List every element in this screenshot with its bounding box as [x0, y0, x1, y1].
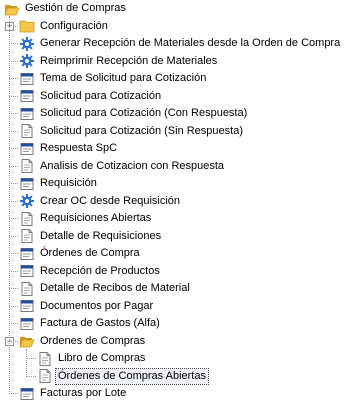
tree-item-generar-recepcion-de-materiales-desde-la-orden-de-compra[interactable]: Generar Recepción de Materiales desde la… [19, 35, 342, 52]
tree-line [9, 323, 18, 324]
tree-item-label: Solicitud para Cotización (Sin Respuesta… [40, 124, 243, 137]
tree-line [9, 113, 18, 114]
tree-item-label: Crear OC desde Requisición [40, 194, 181, 207]
window-icon [19, 71, 35, 87]
tree-item-label: Analisis de Cotizacion con Respuesta [40, 159, 225, 172]
window-icon [19, 316, 35, 332]
tree-line [9, 16, 10, 394]
tree-item-configuracion[interactable]: Configuración [19, 18, 110, 35]
document-icon [19, 123, 35, 139]
tree-line [9, 165, 18, 167]
window-icon [19, 106, 35, 122]
tree-item-respuesta-spc[interactable]: Respuesta SpC [19, 140, 119, 157]
folder-icon [19, 18, 35, 34]
tree-line [9, 288, 18, 289]
tree-line [9, 43, 18, 44]
tree-item-requisiciones-abiertas[interactable]: Requisiciones Abiertas [19, 210, 153, 227]
tree-item-label: Solicitud para Cotización (Con Respuesta… [40, 107, 248, 119]
document-icon [19, 211, 35, 227]
tree-item-crear-oc-desde-requisicion[interactable]: Crear OC desde Requisición [19, 193, 182, 210]
tree-item-label: Reimprimir Recepción de Materiales [40, 54, 218, 67]
tree-item-recepcion-de-productos[interactable]: Recepción de Productos [19, 263, 162, 280]
tree-line [26, 375, 36, 377]
window-icon [19, 176, 35, 192]
tree-line [9, 393, 18, 394]
document-icon [19, 281, 35, 297]
tree-item-label: Configuración [40, 19, 108, 32]
window-icon [19, 298, 35, 314]
tree-line [9, 305, 18, 307]
tree-line [9, 200, 18, 202]
document-icon [37, 351, 53, 367]
tree-item-label: Recepción de Productos [40, 264, 160, 277]
tree-item-gestion-de-compras[interactable]: Gestión de Compras [4, 0, 128, 17]
tree-item-label: Requisiciones Abiertas [40, 212, 152, 224]
tree-line [9, 253, 18, 254]
tree-item-analisis-de-cotizacion-con-respuesta[interactable]: Analisis de Cotizacion con Respuesta [19, 158, 226, 175]
tree-item-label: Tema de Solicitud para Cotización [40, 72, 207, 84]
tree-item-requisicion[interactable]: Requisición [19, 175, 99, 192]
tree-item-label: Facturas por Lote [40, 387, 127, 399]
tree-item-label: Factura de Gastos (Alfa) [40, 317, 160, 329]
tree-item-detalle-de-recibos-de-material[interactable]: Detalle de Recibos de Material [19, 280, 192, 297]
tree-item-tema-de-solicitud-para-cotizacion[interactable]: Tema de Solicitud para Cotización [19, 70, 208, 87]
tree-item-label: Generar Recepción de Materiales desde la… [40, 37, 341, 49]
tree-line [9, 270, 18, 272]
tree-item-solicitud-para-cotizacion-sin-respuesta[interactable]: Solicitud para Cotización (Sin Respuesta… [19, 123, 245, 140]
tree-item-label: Detalle de Recibos de Material [40, 282, 190, 294]
tree-item-ordenes-de-compras[interactable]: Ordenes de Compras [19, 333, 147, 350]
tree-line [9, 78, 18, 79]
tree-item-documentos-por-pagar[interactable]: Documentos por Pagar [19, 298, 155, 315]
tree-line [26, 348, 27, 377]
tree-line [9, 218, 18, 219]
tree-line [9, 60, 18, 62]
document-icon [19, 228, 35, 244]
tree-line [9, 95, 18, 97]
window-icon [19, 141, 35, 157]
tree-item-label: Libro de Compras [58, 352, 146, 364]
tree-line [9, 130, 18, 132]
tree-item-label: Ordenes de Compras [40, 334, 146, 347]
tree-item-label: Respuesta SpC [40, 142, 118, 154]
tree-line [9, 183, 18, 184]
tree-item-label: Gestión de Compras [25, 2, 126, 14]
tree-item-label: Órdenes de Compra [40, 247, 140, 259]
tree-item-solicitud-para-cotizacion-con-respuesta[interactable]: Solicitud para Cotización (Con Respuesta… [19, 105, 249, 122]
tree-item-factura-de-gastos-alfa[interactable]: Factura de Gastos (Alfa) [19, 315, 162, 332]
window-icon [19, 263, 35, 279]
document-icon [19, 158, 35, 174]
tree-item-label: Detalle de Requisiciones [40, 229, 162, 242]
gear-icon [19, 53, 35, 69]
tree-item-ordenes-de-compras-abiertas[interactable]: Órdenes de Compras Abiertas [37, 367, 209, 385]
gear-icon [19, 193, 35, 209]
tree-item-label: Requisición [40, 177, 97, 189]
window-icon [19, 386, 35, 402]
tree-item-solicitud-para-cotizacion[interactable]: Solicitud para Cotización [19, 88, 163, 105]
document-icon [37, 368, 53, 384]
window-icon [19, 88, 35, 104]
tree-item-libro-de-compras[interactable]: Libro de Compras [37, 350, 147, 367]
tree-item-label: Documentos por Pagar [40, 299, 154, 312]
tree-item-detalle-de-requisiciones[interactable]: Detalle de Requisiciones [19, 228, 163, 245]
gear-icon [19, 36, 35, 52]
tree-line [9, 235, 18, 237]
tree-item-ordenes-de-compra[interactable]: Órdenes de Compra [19, 245, 142, 262]
window-icon [19, 246, 35, 262]
tree-item-reimprimir-recepcion-de-materiales[interactable]: Reimprimir Recepción de Materiales [19, 53, 219, 70]
tree-item-label: Solicitud para Cotización [40, 89, 162, 102]
folder-open-icon [19, 333, 35, 349]
tree-line [26, 358, 36, 359]
tree-item-facturas-por-lote[interactable]: Facturas por Lote [19, 385, 128, 402]
tree-line [9, 148, 18, 149]
tree-item-label: Órdenes de Compras Abiertas [55, 367, 209, 385]
folder-open-icon [4, 1, 20, 17]
